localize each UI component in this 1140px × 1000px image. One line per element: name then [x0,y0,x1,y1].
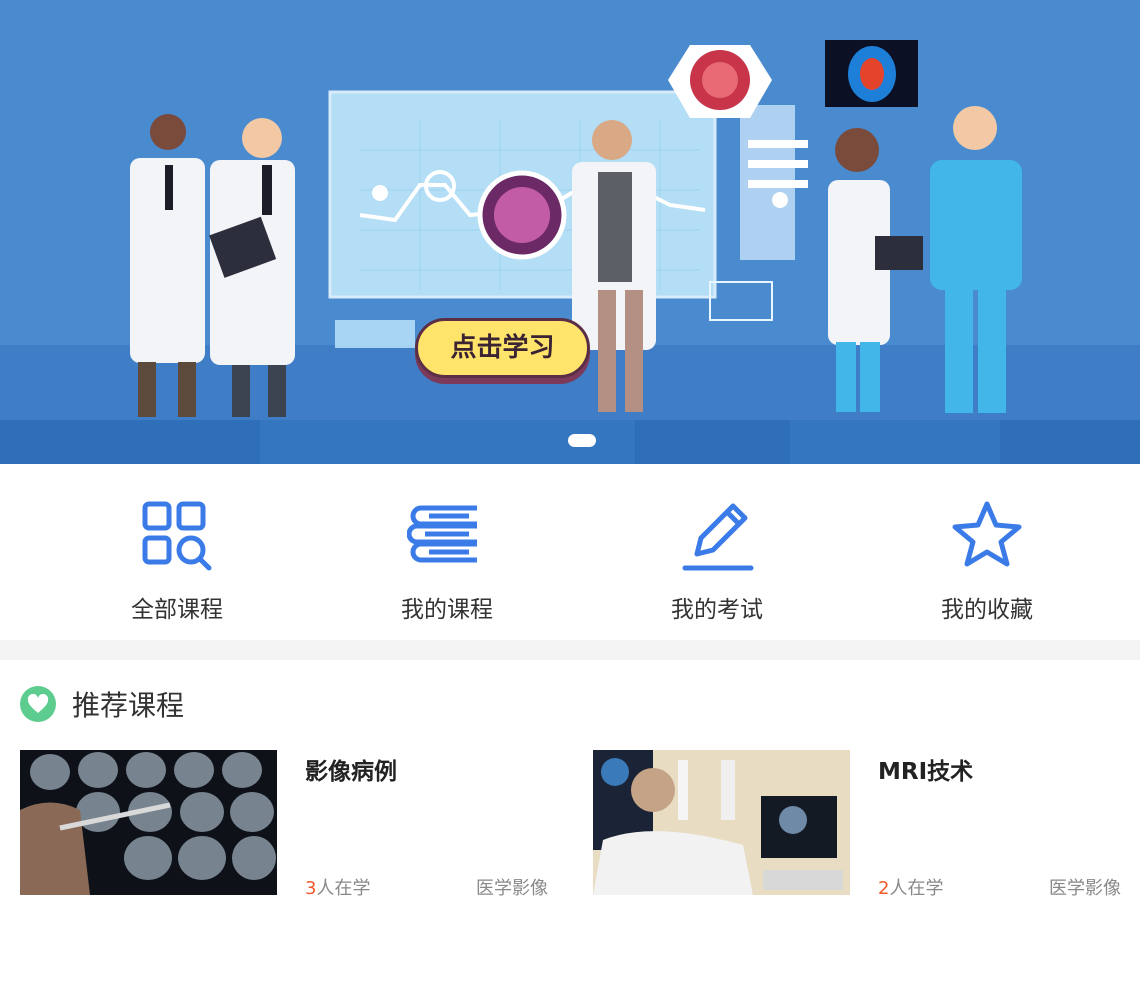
nav-label: 全部课程 [131,597,223,623]
carousel-indicator[interactable] [568,434,596,447]
course-card[interactable]: MRI技术 2人在学 医学影像 [593,750,1123,899]
nav-my-exams[interactable]: 我的考试 [582,464,852,640]
nav-label: 我的收藏 [941,597,1033,623]
nav-label: 我的考试 [671,597,763,623]
pencil-icon [682,503,754,571]
heart-icon [20,686,56,722]
learner-count: 2人在学 [878,878,944,899]
course-thumbnail [20,750,277,895]
section-divider [0,640,1140,660]
course-card[interactable]: 影像病例 3人在学 医学影像 [20,750,550,899]
course-category: 医学影像 [476,878,548,899]
nav-my-favorites[interactable]: 我的收藏 [852,464,1122,640]
course-title: MRI技术 [878,759,974,785]
star-icon [952,501,1022,567]
learner-count: 3人在学 [305,878,371,899]
recommended-header: 推荐课程 [20,684,184,724]
course-thumbnail [593,750,850,895]
nav-my-courses[interactable]: 我的课程 [312,464,582,640]
books-icon [407,505,477,563]
course-category: 医学影像 [1049,878,1121,899]
start-learning-button[interactable]: 点击学习 [415,318,590,378]
hero-banner[interactable]: 点击学习 [0,0,1140,464]
section-title: 推荐课程 [72,689,185,722]
nav-all-courses[interactable]: 全部课程 [42,464,312,640]
quick-nav: 全部课程 我的课程 我的考试 我的收藏 [0,464,1140,640]
nav-label: 我的课程 [401,597,493,623]
banner-illustration [0,0,1140,464]
course-title: 影像病例 [305,759,397,785]
grid-search-icon [142,501,212,571]
